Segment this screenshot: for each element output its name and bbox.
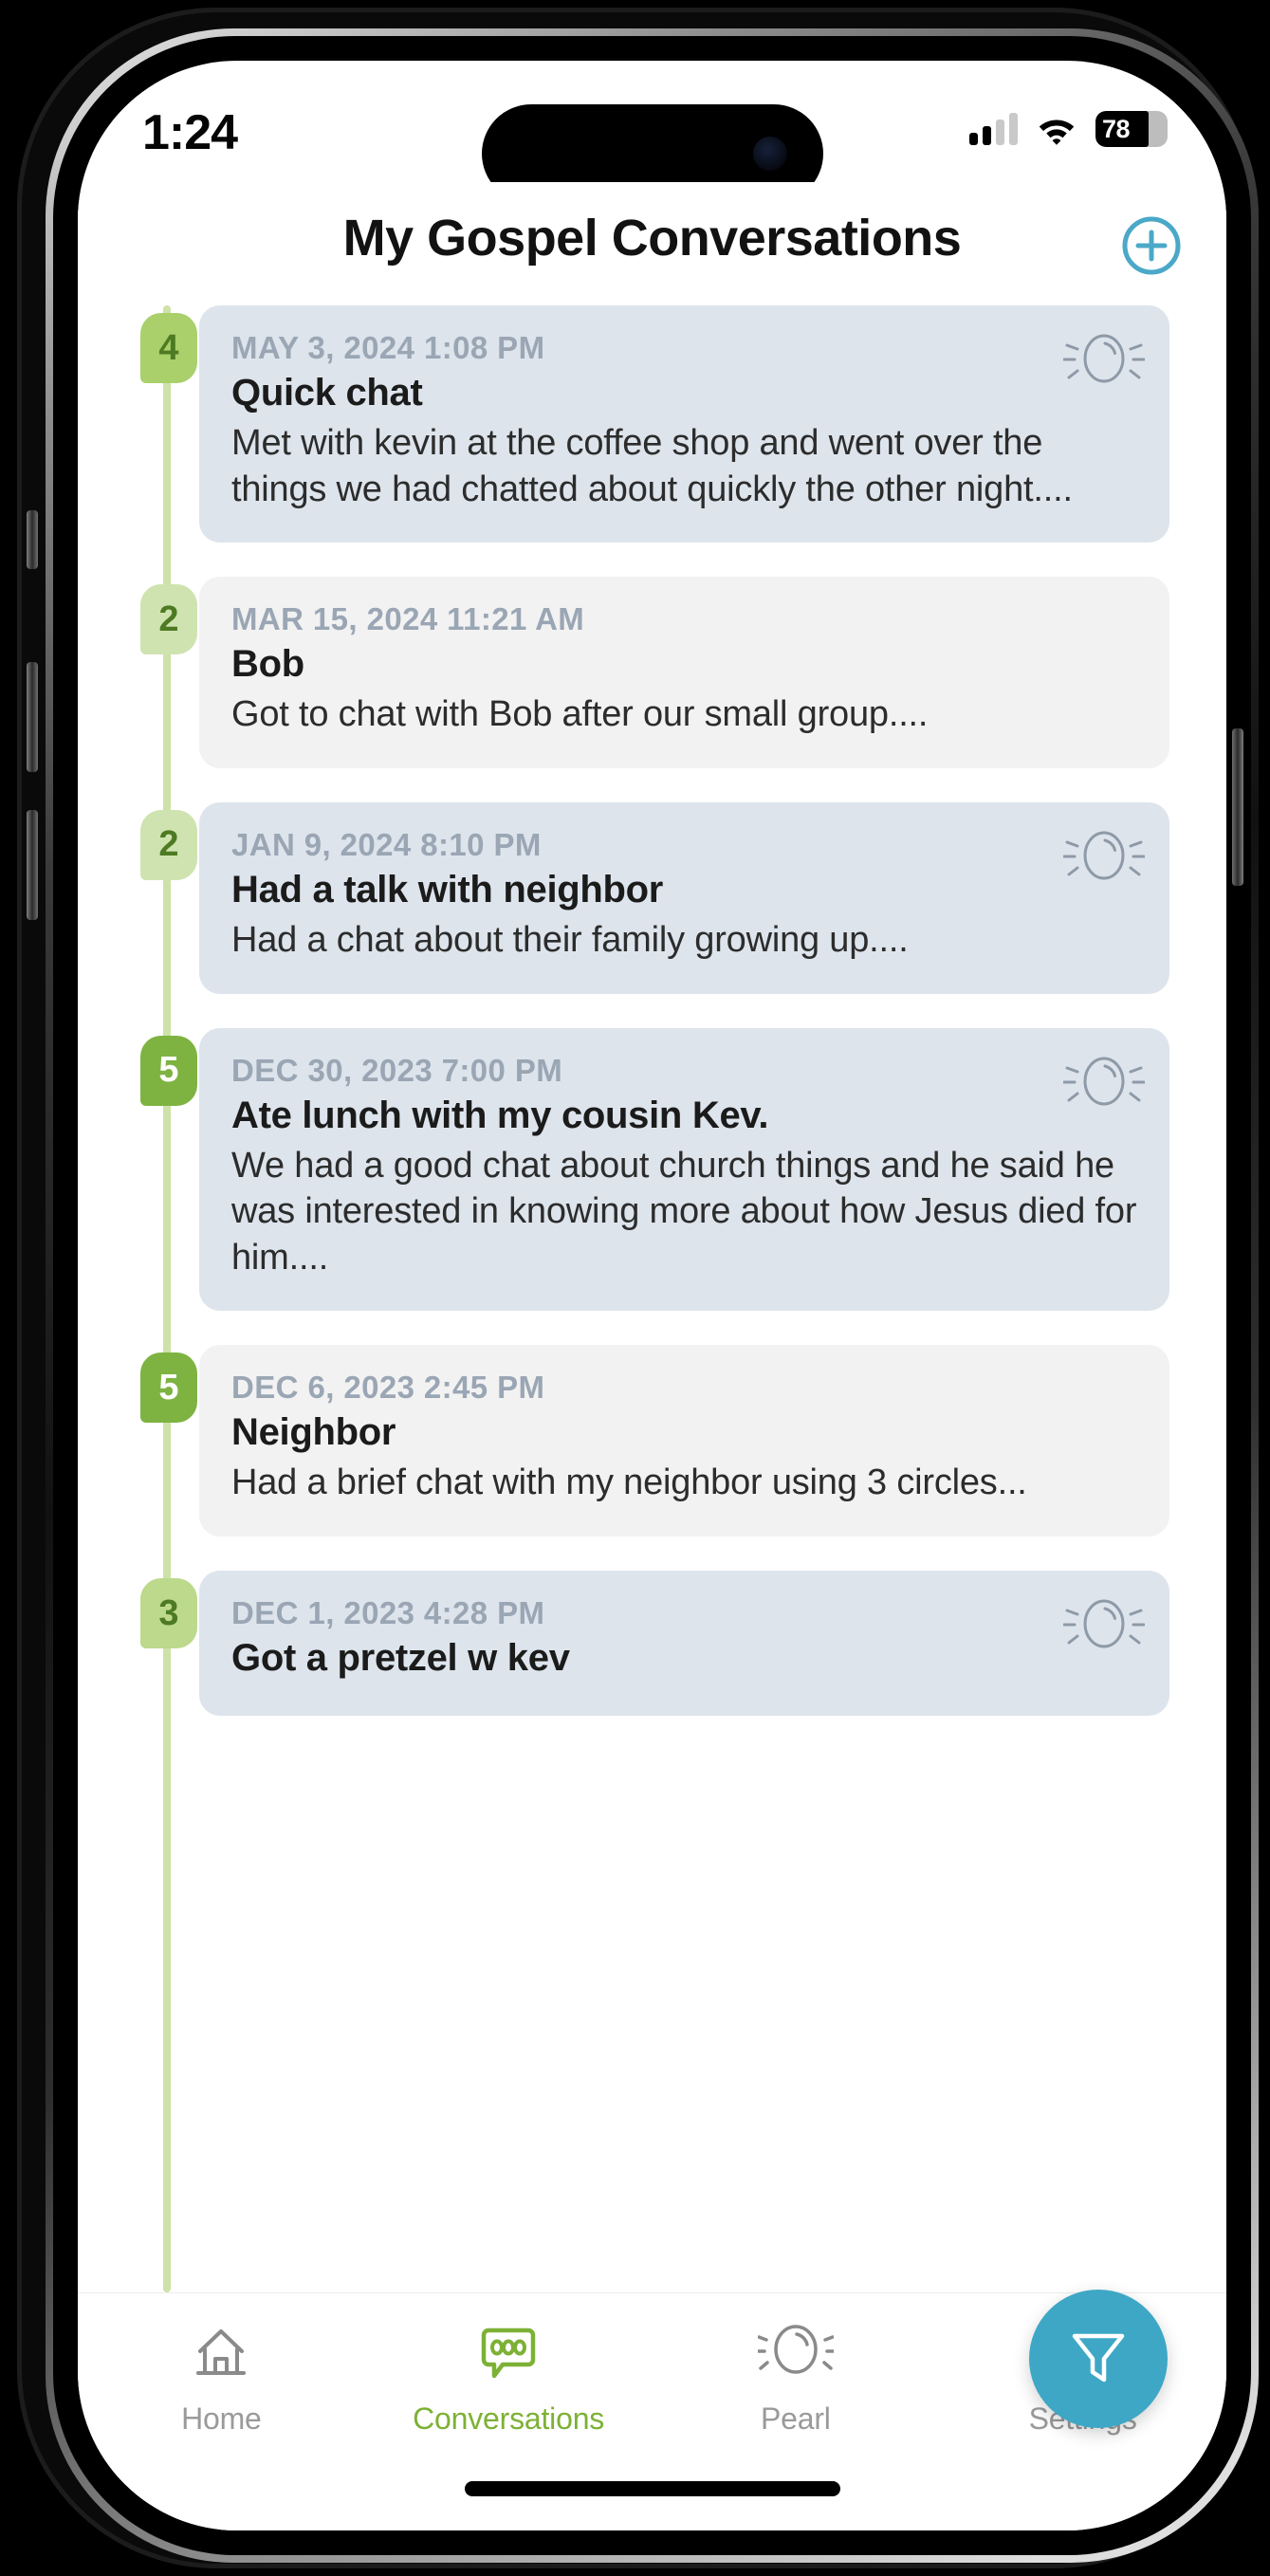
nav-item-pearl[interactable]: Pearl	[653, 2316, 940, 2437]
conversation-preview: Got to chat with Bob after our small gro…	[231, 694, 929, 735]
conversation-title: Quick chat	[231, 372, 423, 414]
app-header: My Gospel Conversations	[78, 182, 1226, 305]
conversation-card[interactable]: MAR 15, 2024 11:21 AM Bob Got to chat with…	[199, 577, 1169, 768]
conversation-card[interactable]: MAY 3, 2024 1:08 PM Quick chat Met with ke…	[199, 305, 1169, 543]
conversation-title: Ate lunch with my cousin Kev.	[231, 1094, 769, 1136]
conversation-rating-value: 2	[158, 824, 179, 865]
conversation-title: Neighbor	[231, 1411, 396, 1454]
volume-up-button[interactable]	[27, 662, 38, 772]
pearl-indicator-icon	[1062, 821, 1146, 890]
conversation-card[interactable]: DEC 30, 2023 7:00 PM Ate lunch with my co…	[199, 1027, 1169, 1312]
status-bar-clock: 1:24	[142, 105, 238, 160]
conversation-date: DEC 6, 2023 2:45 PM	[231, 1370, 545, 1406]
cellular-signal-icon	[969, 113, 1018, 145]
home-icon	[187, 2316, 255, 2390]
conversation-card[interactable]: JAN 9, 2024 8:10 PM Had a talk with neigh…	[199, 801, 1169, 994]
conversation-date: JAN 9, 2024 8:10 PM	[231, 826, 542, 862]
status-bar-indicators: 78	[969, 102, 1168, 156]
conversation-preview: Had a brief chat with my neighbor using …	[231, 1463, 1027, 1503]
conversation-row[interactable]: 3 DEC 1, 2023 4:28 PM Got a pretzel w kev	[78, 1571, 1226, 1716]
conversation-rating-value: 4	[158, 327, 179, 368]
nav-label-conversations: Conversations	[413, 2401, 605, 2436]
conversation-row[interactable]: 5 DEC 6, 2023 2:45 PM Neighbor Had a brief …	[78, 1345, 1226, 1536]
conversation-rating-value: 5	[158, 1367, 179, 1408]
conversation-rating-badge: 3	[140, 1578, 197, 1648]
pearl-indicator-icon	[1062, 1047, 1146, 1115]
phone-screen: 1:24 78 My Gospel Conversations 4 MAY 3,…	[78, 61, 1226, 2530]
conversation-preview: Had a chat about their family growing up…	[231, 919, 909, 960]
conversation-card[interactable]: DEC 1, 2023 4:28 PM Got a pretzel w kev	[199, 1571, 1169, 1716]
conversation-row[interactable]: 2 JAN 9, 2024 8:10 PM Had a talk with nei…	[78, 801, 1226, 994]
nav-item-conversations[interactable]: Conversations	[365, 2316, 653, 2437]
volume-down-button[interactable]	[27, 810, 38, 920]
status-bar: 1:24 78	[78, 61, 1226, 203]
pearl-icon	[1062, 1057, 1146, 1105]
filter-button[interactable]	[1029, 2290, 1168, 2428]
conversation-items-container: 4 MAY 3, 2024 1:08 PM Quick chat Met with …	[78, 305, 1226, 1716]
conversation-rating-badge: 2	[140, 584, 197, 655]
conversation-rating-badge: 4	[140, 313, 197, 383]
conversation-row[interactable]: 4 MAY 3, 2024 1:08 PM Quick chat Met with …	[78, 305, 1226, 543]
conversation-rating-value: 5	[158, 1050, 179, 1090]
conversation-row[interactable]: 5 DEC 30, 2023 7:00 PM Ate lunch with my …	[78, 1027, 1226, 1312]
phone-device-frame: 1:24 78 My Gospel Conversations 4 MAY 3,…	[17, 8, 1259, 2568]
conversation-date: DEC 1, 2023 4:28 PM	[231, 1595, 545, 1630]
pearl-indicator-icon	[1062, 1590, 1146, 1658]
conversation-title: Got a pretzel w kev	[231, 1637, 570, 1679]
page-title: My Gospel Conversations	[342, 210, 962, 267]
nav-label-pearl: Pearl	[761, 2401, 831, 2436]
front-camera-icon	[752, 137, 787, 171]
conversation-date: MAY 3, 2024 1:08 PM	[231, 330, 545, 365]
conversation-rating-badge: 5	[140, 1352, 197, 1424]
pearl-indicator-icon	[1062, 324, 1146, 393]
conversation-preview: Met with kevin at the coffee shop and we…	[231, 423, 1073, 509]
conversation-rating-badge: 5	[140, 1035, 197, 1106]
pearl-icon	[757, 2316, 834, 2390]
conversation-preview: We had a good chat about church things a…	[231, 1145, 1137, 1278]
chat-bubble-icon	[473, 2316, 543, 2390]
power-button[interactable]	[1232, 728, 1243, 886]
add-conversation-button[interactable]	[1120, 214, 1183, 277]
conversation-date: MAR 15, 2024 11:21 AM	[231, 601, 585, 637]
conversation-list[interactable]: 4 MAY 3, 2024 1:08 PM Quick chat Met with …	[78, 305, 1226, 2292]
nav-item-home[interactable]: Home	[78, 2316, 365, 2437]
conversation-date: DEC 30, 2023 7:00 PM	[231, 1052, 563, 1088]
conversation-card[interactable]: DEC 6, 2023 2:45 PM Neighbor Had a brief c…	[199, 1345, 1169, 1536]
conversation-rating-badge: 2	[140, 809, 197, 880]
pearl-icon	[1062, 831, 1146, 880]
wifi-icon	[1039, 120, 1075, 145]
battery-icon: 78	[1095, 111, 1168, 147]
conversation-row[interactable]: 2 MAR 15, 2024 11:21 AM Bob Got to chat wit…	[78, 577, 1226, 768]
pearl-icon	[1062, 1599, 1146, 1648]
nav-label-home: Home	[181, 2401, 262, 2436]
silent-switch-button[interactable]	[27, 510, 38, 569]
conversation-title: Had a talk with neighbor	[231, 868, 664, 911]
home-indicator[interactable]	[464, 2481, 840, 2496]
pearl-icon	[1062, 334, 1146, 383]
conversation-rating-value: 3	[158, 1592, 179, 1633]
conversation-rating-value: 2	[158, 598, 179, 639]
battery-percentage: 78	[1102, 114, 1131, 143]
filter-funnel-icon	[1072, 2333, 1125, 2383]
conversation-title: Bob	[231, 643, 304, 686]
